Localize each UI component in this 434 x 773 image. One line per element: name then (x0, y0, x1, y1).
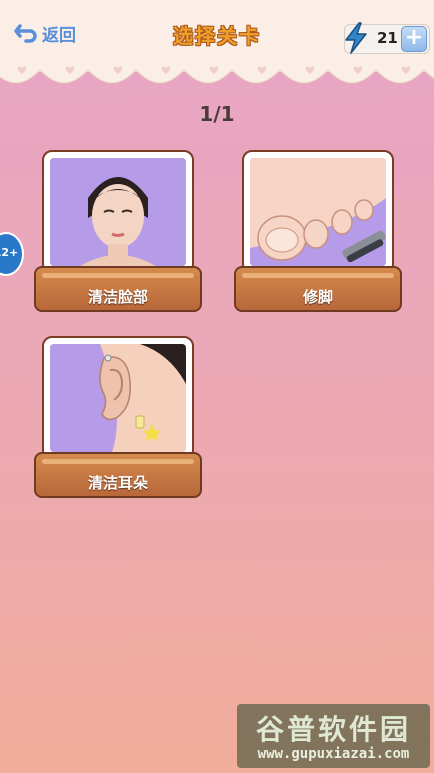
watermark-title: 谷普软件园 (255, 713, 411, 746)
page-indicator: 1/1 (199, 102, 235, 126)
add-energy-button[interactable]: + (401, 26, 427, 52)
lightning-icon (345, 22, 367, 54)
level-card-face[interactable]: 清洁脸部 (34, 150, 202, 320)
level-card-pedicure[interactable]: 修脚 (234, 150, 402, 320)
ear-art-icon (50, 344, 186, 452)
level-label: 清洁脸部 (87, 288, 148, 306)
level-thumbnail (42, 150, 194, 274)
level-label: 修脚 (302, 288, 333, 306)
level-thumbnail (42, 336, 194, 460)
watermark: 谷普软件园 www.gupuxiazai.com (237, 704, 430, 768)
awning-scallops (0, 60, 434, 84)
level-card-ear[interactable]: 清洁耳朵 (34, 336, 202, 506)
level-thumbnail (242, 150, 394, 274)
foot-art-icon (250, 158, 386, 266)
level-label: 清洁耳朵 (87, 474, 148, 492)
energy-count: 21 (377, 29, 398, 47)
energy-counter: 21 + (344, 22, 430, 54)
watermark-url: www.gupuxiazai.com (257, 746, 410, 762)
face-art-icon (50, 158, 186, 266)
age-rating-badge: 12+ (0, 232, 24, 276)
